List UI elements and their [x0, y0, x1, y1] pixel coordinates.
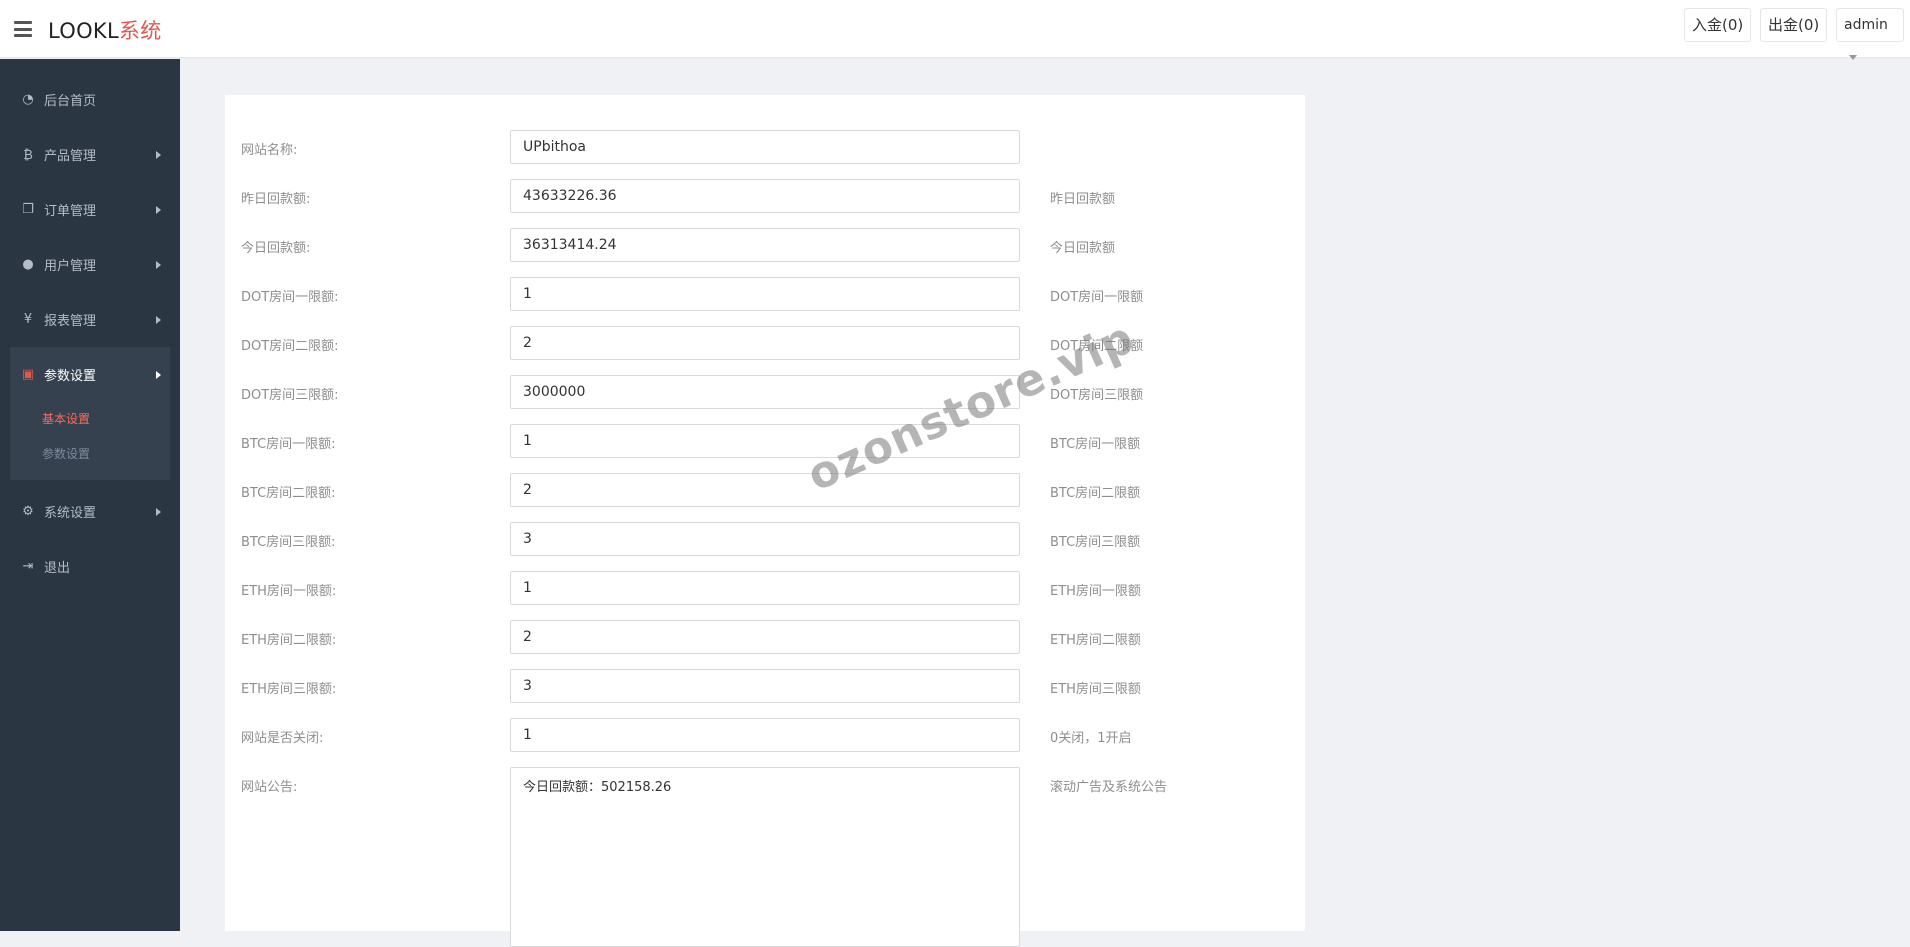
sidebar-item-orders[interactable]: ❐ 订单管理: [0, 182, 180, 237]
form-row-eth-room-3: ETH房间三限额: ETH房间三限额: [225, 669, 1305, 703]
field-label: BTC房间三限额:: [241, 535, 336, 550]
sidebar-item-users[interactable]: ● 用户管理: [0, 237, 180, 292]
sign-out-icon: ⇥: [22, 559, 34, 574]
sidebar-active-group: ▣ 参数设置 基本设置 参数设置: [10, 347, 170, 480]
field-label: DOT房间二限额:: [241, 339, 339, 354]
sidebar-item-logout[interactable]: ⇥ 退出: [0, 539, 180, 594]
btc-room-1-limit-input[interactable]: [510, 424, 1020, 458]
field-label: 网站是否关闭:: [241, 731, 324, 746]
field-label: ETH房间二限额:: [241, 633, 337, 648]
field-label: BTC房间二限额:: [241, 486, 336, 501]
sidebar-item-params[interactable]: ▣ 参数设置: [10, 347, 170, 402]
field-hint: ETH房间二限额: [1050, 633, 1141, 648]
site-closed-input[interactable]: [510, 718, 1020, 752]
form-row-yesterday-payback: 昨日回款额: 昨日回款额: [225, 179, 1305, 213]
eth-room-3-limit-input[interactable]: [510, 669, 1020, 703]
form-row-eth-room-2: ETH房间二限额: ETH房间二限额: [225, 620, 1305, 654]
form-row-btc-room-1: BTC房间一限额: BTC房间一限额: [225, 424, 1305, 458]
deposit-button[interactable]: 入金(0): [1684, 8, 1752, 42]
chevron-right-icon: [156, 151, 161, 159]
withdraw-button[interactable]: 出金(0): [1760, 8, 1828, 42]
files-icon: ▣: [21, 367, 35, 382]
field-label: 网站名称:: [241, 143, 298, 158]
copy-icon: ❐: [22, 202, 34, 217]
form-row-site-closed: 网站是否关闭: 0关闭，1开启: [225, 718, 1305, 752]
btc-room-3-limit-input[interactable]: [510, 522, 1020, 556]
form-row-eth-room-1: ETH房间一限额: ETH房间一限额: [225, 571, 1305, 605]
form-row-btc-room-2: BTC房间二限额: BTC房间二限额: [225, 473, 1305, 507]
sidebar: ◔ 后台首页 ₿ 产品管理 ❐ 订单管理 ● 用户管理 ¥ 报表管理 ▣ 参数设置 基本设置…: [0, 59, 180, 931]
site-name-input[interactable]: [510, 130, 1020, 164]
form-row-today-payback: 今日回款额: 今日回款额: [225, 228, 1305, 262]
dot-room-2-limit-input[interactable]: [510, 326, 1020, 360]
field-hint: DOT房间三限额: [1050, 388, 1144, 403]
field-label: 今日回款额:: [241, 241, 311, 256]
user-icon: ●: [22, 257, 34, 272]
submenu-item-param-settings[interactable]: 参数设置: [10, 437, 170, 472]
menu-toggle-icon[interactable]: [14, 21, 32, 37]
form-row-btc-room-3: BTC房间三限额: BTC房间三限额: [225, 522, 1305, 556]
field-label: 网站公告:: [241, 780, 298, 795]
brand-logo: LOOKL系统: [48, 19, 162, 43]
field-label: ETH房间一限额:: [241, 584, 337, 599]
today-payback-input[interactable]: [510, 228, 1020, 262]
form-row-dot-room-1: DOT房间一限额: DOT房间一限额: [225, 277, 1305, 311]
sidebar-item-reports[interactable]: ¥ 报表管理: [0, 292, 180, 347]
chevron-right-icon: [156, 508, 161, 516]
eth-room-2-limit-input[interactable]: [510, 620, 1020, 654]
form-row-site-notice: 网站公告: 今日回款额：502158.26 滚动广告及系统公告: [225, 767, 1305, 947]
sidebar-item-products[interactable]: ₿ 产品管理: [0, 127, 180, 182]
bitcoin-icon: ₿: [23, 147, 33, 163]
eth-room-1-limit-input[interactable]: [510, 571, 1020, 605]
field-hint: 昨日回款额: [1050, 192, 1116, 207]
field-label: BTC房间一限额:: [241, 437, 336, 452]
submenu-item-basic-settings[interactable]: 基本设置: [10, 402, 170, 437]
chevron-right-icon: [156, 261, 161, 269]
field-hint: BTC房间二限额: [1050, 486, 1141, 501]
field-label: DOT房间三限额:: [241, 388, 339, 403]
yen-icon: ¥: [23, 312, 33, 327]
sidebar-item-system[interactable]: ⚙ 系统设置: [0, 484, 180, 539]
caret-down-icon: [1849, 54, 1857, 60]
dot-room-3-limit-input[interactable]: [510, 375, 1020, 409]
field-hint: 今日回款额: [1050, 241, 1116, 256]
field-hint: ETH房间一限额: [1050, 584, 1141, 599]
field-hint: 0关闭，1开启: [1050, 731, 1132, 746]
field-hint: 滚动广告及系统公告: [1050, 780, 1168, 795]
submenu: 基本设置 参数设置: [10, 402, 170, 480]
top-header: LOOKL系统 入金(0) 出金(0) admin: [0, 0, 1910, 60]
chevron-right-icon: [156, 371, 161, 379]
sidebar-item-dashboard[interactable]: ◔ 后台首页: [0, 72, 180, 127]
field-hint: BTC房间三限额: [1050, 535, 1141, 550]
chevron-right-icon: [156, 206, 161, 214]
field-label: DOT房间一限额:: [241, 290, 339, 305]
chevron-right-icon: [156, 316, 161, 324]
form-row-dot-room-3: DOT房间三限额: DOT房间三限额: [225, 375, 1305, 409]
site-notice-textarea[interactable]: 今日回款额：502158.26: [510, 767, 1020, 947]
field-hint: ETH房间三限额: [1050, 682, 1141, 697]
settings-form-panel: 网站名称: 昨日回款额: 昨日回款额 今日回款额: 今日回款额 DOT房间一限额…: [225, 95, 1305, 947]
field-hint: DOT房间一限额: [1050, 290, 1144, 305]
user-menu-dropdown[interactable]: admin: [1836, 8, 1904, 60]
field-hint: DOT房间二限额: [1050, 339, 1144, 354]
dot-room-1-limit-input[interactable]: [510, 277, 1020, 311]
field-label: ETH房间三限额:: [241, 682, 337, 697]
yesterday-payback-input[interactable]: [510, 179, 1020, 213]
btc-room-2-limit-input[interactable]: [510, 473, 1020, 507]
form-row-dot-room-2: DOT房间二限额: DOT房间二限额: [225, 326, 1305, 360]
field-label: 昨日回款额:: [241, 192, 311, 207]
form-row-site-name: 网站名称:: [225, 130, 1305, 164]
field-hint: BTC房间一限额: [1050, 437, 1141, 452]
dashboard-icon: ◔: [22, 92, 34, 107]
cogs-icon: ⚙: [22, 504, 34, 519]
